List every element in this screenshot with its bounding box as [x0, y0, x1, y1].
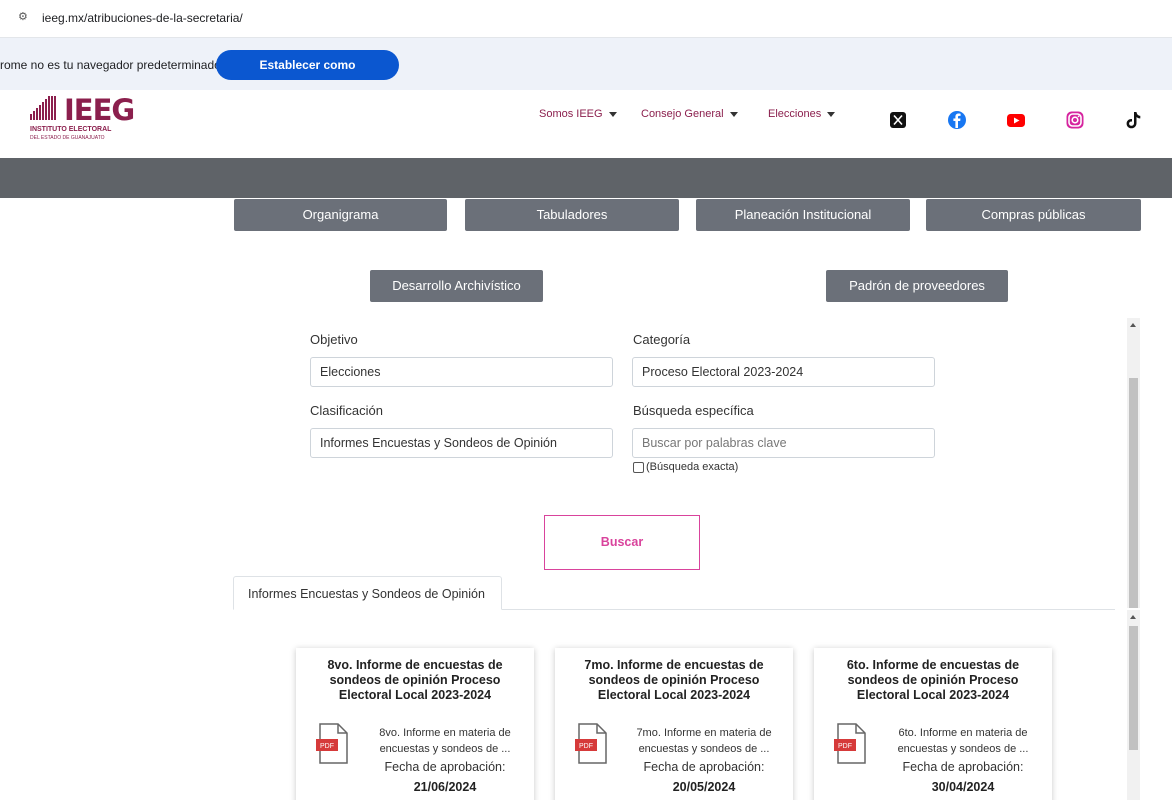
default-browser-infobar: rome no es tu navegador predeterminado E…: [0, 38, 1172, 102]
categoria-label: Categoría: [633, 332, 691, 347]
youtube-icon[interactable]: [1006, 110, 1026, 130]
card-description: 8vo. Informe en materia de encuestas y s…: [379, 727, 511, 755]
approval-date: 21/06/2024: [413, 780, 477, 794]
planeacion-institucional-button[interactable]: Planeación Institucional: [696, 199, 910, 231]
caret-down-icon: [608, 111, 617, 117]
address-bar[interactable]: ⚙ ieeg.mx/atribuciones-de-la-secretaria/: [0, 0, 1172, 38]
result-card[interactable]: 8vo. Informe de encuestas de sondeos de …: [296, 648, 534, 800]
approval-date-label: Fecha de aprobación:: [384, 760, 506, 774]
instagram-icon[interactable]: [1065, 110, 1085, 130]
tiktok-icon[interactable]: [1123, 110, 1143, 130]
clasificacion-select[interactable]: Informes Encuestas y Sondeos de Opinión: [310, 428, 613, 458]
logo-acronym: IEEG: [64, 93, 135, 127]
x-icon[interactable]: [888, 110, 908, 130]
approval-date-label: Fecha de aprobación:: [902, 760, 1024, 774]
filters-scrollbar[interactable]: [1127, 318, 1140, 608]
objetivo-label: Objetivo: [310, 332, 358, 347]
clasificacion-label: Clasificación: [310, 403, 383, 418]
buscar-button[interactable]: Buscar: [544, 515, 700, 570]
facebook-icon[interactable]: [947, 110, 967, 130]
url-text[interactable]: ieeg.mx/atribuciones-de-la-secretaria/: [42, 11, 243, 25]
result-card[interactable]: 7mo. Informe de encuestas de sondeos de …: [555, 648, 793, 800]
result-card[interactable]: 6to. Informe de encuestas de sondeos de …: [814, 648, 1052, 800]
card-description: 7mo. Informe en materia de encuestas y s…: [636, 727, 772, 755]
pdf-badge-text: PDF: [579, 743, 593, 750]
approval-date-label: Fecha de aprobación:: [643, 760, 765, 774]
logo-line2: DEL ESTADO DE GUANAJUATO: [30, 135, 105, 141]
card-title[interactable]: 8vo. Informe de encuestas de sondeos de …: [304, 658, 526, 703]
nav-label: Elecciones: [768, 108, 822, 120]
nav-elecciones[interactable]: Elecciones: [768, 108, 836, 120]
scroll-up-icon[interactable]: [1130, 323, 1136, 327]
scroll-up-icon[interactable]: [1130, 615, 1136, 619]
caret-down-icon: [729, 111, 738, 117]
pdf-file-icon[interactable]: PDF: [575, 723, 609, 765]
card-description: 6to. Informe en materia de encuestas y s…: [897, 727, 1029, 755]
scrollbar-thumb[interactable]: [1129, 378, 1138, 608]
nav-somos-ieeg[interactable]: Somos IEEG: [539, 108, 617, 120]
results-scrollbar[interactable]: [1127, 610, 1140, 800]
nav-consejo-general[interactable]: Consejo General: [641, 108, 738, 120]
tab-informes-encuestas[interactable]: Informes Encuestas y Sondeos de Opinión: [233, 576, 502, 610]
pdf-badge-text: PDF: [320, 743, 334, 750]
logo-line1: INSTITUTO ELECTORAL: [30, 126, 112, 133]
busqueda-especifica-label: Búsqueda específica: [633, 403, 754, 418]
ieeg-logo[interactable]: IEEG INSTITUTO ELECTORAL DEL ESTADO DE G…: [30, 93, 135, 148]
objetivo-select[interactable]: Elecciones: [310, 357, 613, 387]
set-default-browser-button[interactable]: Establecer como predeterminado: [216, 50, 399, 102]
exact-search-label: (Búsqueda exacta): [646, 461, 739, 473]
categoria-select[interactable]: Proceso Electoral 2023-2024: [632, 357, 935, 387]
desarrollo-archivistico-button[interactable]: Desarrollo Archivístico: [370, 270, 543, 302]
exact-search-checkbox[interactable]: [633, 462, 644, 473]
approval-date: 20/05/2024: [672, 780, 736, 794]
pdf-badge-text: PDF: [838, 743, 852, 750]
tabuladores-button[interactable]: Tabuladores: [465, 199, 679, 231]
padron-de-proveedores-button[interactable]: Padrón de proveedores: [826, 270, 1008, 302]
card-title[interactable]: 6to. Informe de encuestas de sondeos de …: [822, 658, 1044, 703]
nav-label: Somos IEEG: [539, 108, 603, 120]
pdf-file-icon[interactable]: PDF: [316, 723, 350, 765]
nav-label: Consejo General: [641, 108, 724, 120]
site-header: IEEG INSTITUTO ELECTORAL DEL ESTADO DE G…: [0, 90, 1172, 158]
infobar-message: rome no es tu navegador predeterminado: [0, 58, 221, 72]
browser-window: ⚙ ieeg.mx/atribuciones-de-la-secretaria/…: [0, 0, 1172, 800]
card-title[interactable]: 7mo. Informe de encuestas de sondeos de …: [563, 658, 785, 703]
header-band: [0, 158, 1172, 198]
organigrama-button[interactable]: Organigrama: [234, 199, 447, 231]
approval-date: 30/04/2024: [931, 780, 995, 794]
compras-publicas-button[interactable]: Compras públicas: [926, 199, 1141, 231]
scrollbar-thumb[interactable]: [1129, 626, 1138, 750]
pdf-file-icon[interactable]: PDF: [834, 723, 868, 765]
site-info-icon[interactable]: ⚙: [18, 10, 32, 24]
keyword-search-input[interactable]: Buscar por palabras clave: [632, 428, 935, 458]
caret-down-icon: [827, 111, 836, 117]
logo-bars-icon: [30, 96, 62, 120]
